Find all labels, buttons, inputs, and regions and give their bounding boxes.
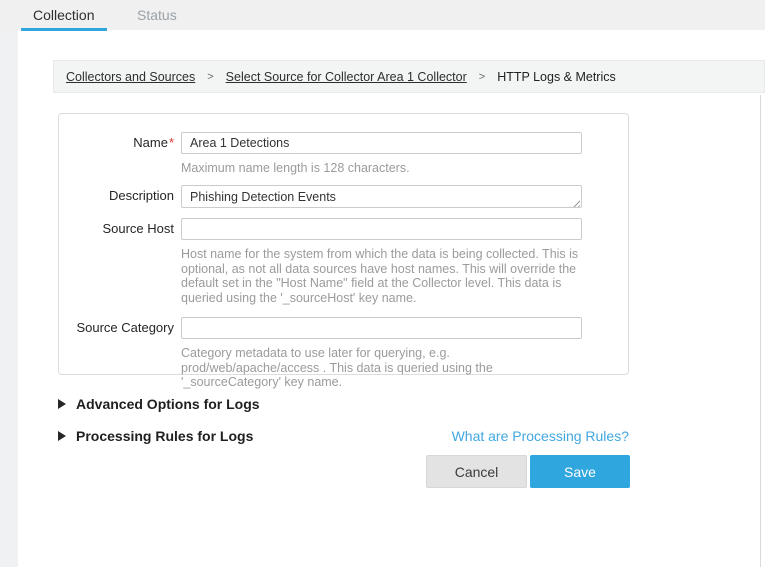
tab-status[interactable]: Status [137,0,177,30]
name-label-text: Name [133,135,168,150]
source-host-help-text: Host name for the system from which the … [181,247,585,306]
what-are-processing-rules-link[interactable]: What are Processing Rules? [452,428,629,444]
name-help-text: Maximum name length is 128 characters. [181,161,585,176]
breadcrumb-separator: > [207,71,213,83]
source-category-label: Source Category [59,320,174,335]
breadcrumb-separator: > [479,71,485,83]
top-tab-bar: Collection Status [0,0,765,30]
breadcrumb-select-source[interactable]: Select Source for Collector Area 1 Colle… [226,70,467,84]
name-input[interactable] [181,132,582,154]
source-category-input[interactable] [181,317,582,339]
source-host-label: Source Host [59,221,174,236]
expand-triangle-icon [58,431,66,441]
description-label: Description [59,188,174,203]
source-config-page: Collection Status Collectors and Sources… [0,0,765,567]
processing-rules-label: Processing Rules for Logs [76,428,253,444]
source-form-card: Name* Maximum name length is 128 charact… [58,113,629,375]
save-button[interactable]: Save [530,455,630,488]
processing-rules-section-toggle[interactable]: Processing Rules for Logs What are Proce… [58,428,629,444]
tab-collection[interactable]: Collection [33,0,94,30]
name-label: Name* [59,135,174,150]
source-host-input[interactable] [181,218,582,240]
expand-triangle-icon [58,399,66,409]
breadcrumb-current-page: HTTP Logs & Metrics [497,70,616,84]
panel-right-border [760,95,761,567]
active-tab-indicator [21,28,107,31]
advanced-options-section-toggle[interactable]: Advanced Options for Logs [58,396,629,412]
breadcrumb-collectors-and-sources[interactable]: Collectors and Sources [66,70,195,84]
source-category-help-text: Category metadata to use later for query… [181,346,585,390]
breadcrumb: Collectors and Sources > Select Source f… [53,60,765,93]
description-textarea[interactable]: Phishing Detection Events [181,185,582,208]
cancel-button[interactable]: Cancel [426,455,527,488]
advanced-options-label: Advanced Options for Logs [76,396,260,412]
required-asterisk: * [169,135,174,150]
